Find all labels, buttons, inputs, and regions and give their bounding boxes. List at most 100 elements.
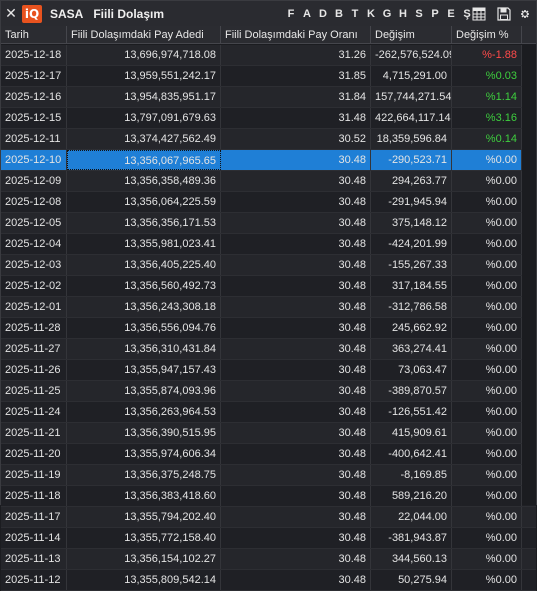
date-cell: 2025-11-20: [1, 444, 67, 464]
shares-cell: 13,356,243,308.18: [67, 297, 221, 317]
table-row[interactable]: 2025-12-02 13,356,560,492.73 30.48 317,184.…: [1, 276, 536, 297]
ratio-cell: 30.48: [221, 297, 371, 317]
save-icon[interactable]: [495, 5, 513, 22]
change-cell: 73,063.47: [371, 360, 452, 380]
column-header-date[interactable]: Tarih: [1, 26, 67, 44]
table-row[interactable]: 2025-11-26 13,355,947,157.43 30.48 73,063.4…: [1, 360, 536, 381]
settings-icon[interactable]: [516, 5, 534, 22]
vertical-scrollbar[interactable]: [522, 45, 536, 505]
toolbar-letter-b[interactable]: B: [331, 5, 347, 22]
change-pct-cell: %-1.88: [452, 45, 522, 65]
change-cell: 4,715,291.00: [371, 66, 452, 86]
date-cell: 2025-11-14: [1, 528, 67, 548]
shares-cell: 13,356,064,225.59: [67, 192, 221, 212]
date-cell: 2025-11-19: [1, 465, 67, 485]
table-row[interactable]: 2025-12-08 13,356,064,225.59 30.48 -291,945…: [1, 192, 536, 213]
column-header-change-pct[interactable]: Değişim %: [452, 26, 522, 44]
date-cell: 2025-12-11: [1, 129, 67, 149]
table-row[interactable]: 2025-12-09 13,356,358,489.36 30.48 294,263.…: [1, 171, 536, 192]
change-pct-cell: %0.00: [452, 381, 522, 401]
change-pct-cell: %0.00: [452, 297, 522, 317]
shares-cell: 13,355,794,202.40: [67, 507, 221, 527]
ratio-cell: 30.48: [221, 234, 371, 254]
table-row[interactable]: 2025-12-05 13,356,356,171.53 30.48 375,148.…: [1, 213, 536, 234]
change-cell: -312,786.58: [371, 297, 452, 317]
toolbar-letter-f[interactable]: F: [283, 5, 299, 22]
toolbar-letter-g[interactable]: G: [379, 5, 395, 22]
table-row[interactable]: 2025-11-24 13,356,263,964.53 30.48 -126,551…: [1, 402, 536, 423]
ratio-cell: 30.48: [221, 339, 371, 359]
table-row[interactable]: 2025-12-16 13,954,835,951.17 31.84 157,744,…: [1, 87, 536, 108]
table-row[interactable]: 2025-11-17 13,355,794,202.40 30.48 22,044.0…: [1, 507, 536, 528]
table-row[interactable]: 2025-11-12 13,355,809,542.14 30.48 50,275.9…: [1, 570, 536, 591]
table-row[interactable]: 2025-11-19 13,356,375,248.75 30.48 -8,169.8…: [1, 465, 536, 486]
change-cell: -291,945.94: [371, 192, 452, 212]
table-row[interactable]: 2025-12-03 13,356,405,225.40 30.48 -155,267…: [1, 255, 536, 276]
change-pct-cell: %0.00: [452, 360, 522, 380]
change-cell: 18,359,596.84: [371, 129, 452, 149]
toolbar-letter-a[interactable]: A: [299, 5, 315, 22]
ratio-cell: 31.26: [221, 45, 371, 65]
change-pct-cell: %0.00: [452, 570, 522, 590]
close-icon[interactable]: ✕: [1, 1, 21, 26]
date-cell: 2025-12-16: [1, 87, 67, 107]
column-header-shares[interactable]: Fiili Dolaşımdaki Pay Adedi: [67, 26, 221, 44]
change-pct-cell: %0.00: [452, 150, 522, 170]
ratio-cell: 30.48: [221, 402, 371, 422]
shares-cell: 13,355,981,023.41: [67, 234, 221, 254]
change-pct-cell: %0.00: [452, 171, 522, 191]
table-row[interactable]: 2025-12-10 13,356,067,965.65 30.48 -290,523…: [1, 150, 536, 171]
table-row[interactable]: 2025-11-14 13,355,772,158.40 30.48 -381,943…: [1, 528, 536, 549]
date-cell: 2025-11-13: [1, 549, 67, 569]
toolbar-letter-buttons: F A D B T K G H S P E Ş: [283, 5, 475, 22]
table-row[interactable]: 2025-12-15 13,797,091,679.63 31.48 422,664,…: [1, 108, 536, 129]
table-row[interactable]: 2025-11-18 13,356,383,418.60 30.48 589,216.…: [1, 486, 536, 507]
toolbar-letter-s[interactable]: S: [411, 5, 427, 22]
table-row[interactable]: 2025-12-04 13,355,981,023.41 30.48 -424,201…: [1, 234, 536, 255]
change-cell: 245,662.92: [371, 318, 452, 338]
ratio-cell: 30.48: [221, 549, 371, 569]
ratio-cell: 31.48: [221, 108, 371, 128]
change-pct-cell: %0.00: [452, 486, 522, 506]
ratio-cell: 30.48: [221, 192, 371, 212]
change-cell: 344,560.13: [371, 549, 452, 569]
date-cell: 2025-12-08: [1, 192, 67, 212]
table-row[interactable]: 2025-11-20 13,355,974,606.34 30.48 -400,642…: [1, 444, 536, 465]
table-row[interactable]: 2025-12-17 13,959,551,242.17 31.85 4,715,29…: [1, 66, 536, 87]
ratio-cell: 30.48: [221, 360, 371, 380]
column-header-ratio[interactable]: Fiili Dolaşımdaki Pay Oranı: [221, 26, 371, 44]
toolbar-letter-p[interactable]: P: [427, 5, 443, 22]
table-row[interactable]: 2025-11-25 13,355,874,093.96 30.48 -389,870…: [1, 381, 536, 402]
change-pct-cell: %0.00: [452, 402, 522, 422]
table-row[interactable]: 2025-12-18 13,696,974,718.08 31.26 -262,576…: [1, 45, 536, 66]
toolbar-letter-k[interactable]: K: [363, 5, 379, 22]
table-row[interactable]: 2025-12-01 13,356,243,308.18 30.48 -312,786…: [1, 297, 536, 318]
table-row[interactable]: 2025-11-28 13,356,556,094.76 30.48 245,662.…: [1, 318, 536, 339]
table-row[interactable]: 2025-11-21 13,356,390,515.95 30.48 415,909.…: [1, 423, 536, 444]
toolbar-letter-h[interactable]: H: [395, 5, 411, 22]
change-cell: 294,263.77: [371, 171, 452, 191]
column-header-change[interactable]: Değişim: [371, 26, 452, 44]
symbol-label: SASA: [50, 6, 84, 21]
calendar-grid-icon[interactable]: [470, 5, 488, 22]
shares-cell: 13,356,310,431.84: [67, 339, 221, 359]
toolbar-letter-t[interactable]: T: [347, 5, 363, 22]
ratio-cell: 31.85: [221, 66, 371, 86]
table-row[interactable]: 2025-11-27 13,356,310,431.84 30.48 363,274.…: [1, 339, 536, 360]
ratio-cell: 30.48: [221, 507, 371, 527]
shares-cell: 13,355,809,542.14: [67, 570, 221, 590]
table-row[interactable]: 2025-11-13 13,356,154,102.27 30.48 344,560.…: [1, 549, 536, 570]
shares-cell: 13,356,375,248.75: [67, 465, 221, 485]
change-pct-cell: %0.00: [452, 276, 522, 296]
shares-cell: 13,355,974,606.34: [67, 444, 221, 464]
change-pct-cell: %0.00: [452, 549, 522, 569]
ratio-cell: 30.52: [221, 129, 371, 149]
change-cell: 317,184.55: [371, 276, 452, 296]
table-row[interactable]: 2025-12-11 13,374,427,562.49 30.52 18,359,5…: [1, 129, 536, 150]
toolbar-letter-d[interactable]: D: [315, 5, 331, 22]
change-cell: 589,216.20: [371, 486, 452, 506]
change-pct-cell: %0.00: [452, 528, 522, 548]
change-pct-cell: %0.00: [452, 423, 522, 443]
change-cell: -400,642.41: [371, 444, 452, 464]
toolbar-letter-e[interactable]: E: [443, 5, 459, 22]
